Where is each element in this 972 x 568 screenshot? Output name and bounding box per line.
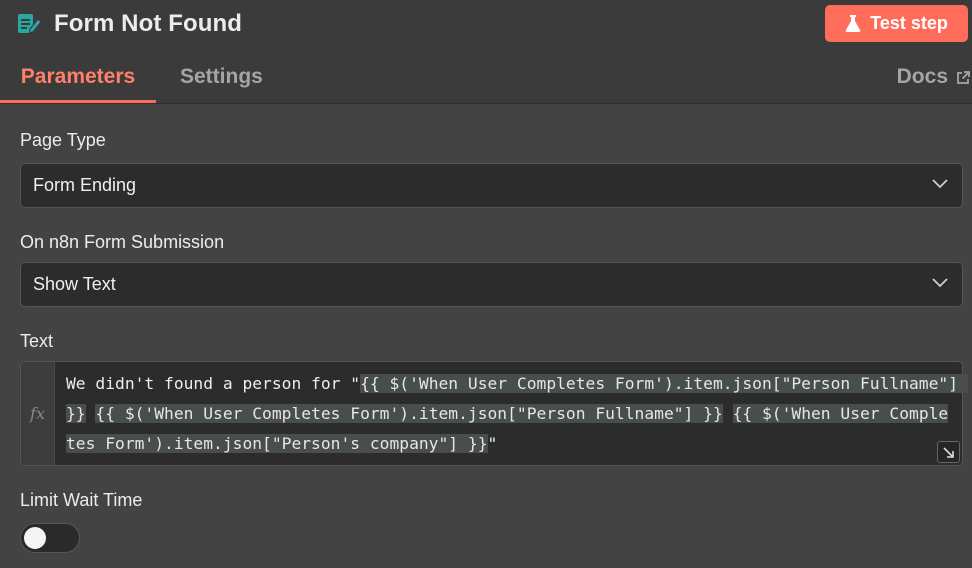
tab-bar: Parameters Settings Docs [0, 56, 972, 103]
text-expression-editor[interactable]: fx We didn't found a person for " {{ $('W… [20, 361, 968, 466]
limit-wait-time-label: Limit Wait Time [20, 490, 143, 510]
limit-wait-time-toggle[interactable] [20, 523, 80, 553]
expression-separator [723, 404, 733, 423]
tab-parameters-label: Parameters [20, 65, 136, 88]
tab-settings-label: Settings [180, 65, 263, 88]
external-link-icon [957, 71, 970, 84]
expression-resolvable: {{ $('When User Completes Form').item.js… [95, 404, 723, 423]
tab-settings[interactable]: Settings [180, 56, 263, 103]
chevron-down-icon [932, 278, 948, 288]
flask-icon [845, 15, 861, 32]
form-edit-icon [16, 11, 42, 37]
docs-link[interactable]: Docs [897, 56, 970, 103]
chevron-down-icon [932, 179, 948, 189]
page-type-value: Form Ending [33, 175, 137, 195]
test-step-button[interactable]: Test step [825, 5, 968, 42]
page-type-select[interactable]: Form Ending [20, 163, 963, 208]
tab-parameters[interactable]: Parameters [0, 56, 156, 103]
title-row: Form Not Found [16, 8, 242, 40]
node-header: Form Not Found Test step Parameters Sett… [0, 0, 972, 104]
node-title[interactable]: Form Not Found [54, 10, 242, 38]
expression-separator [86, 404, 96, 423]
docs-label: Docs [896, 65, 948, 88]
expression-prefix: We didn't found a person for " [66, 374, 361, 393]
page-type-label: Page Type [20, 130, 106, 150]
test-step-label: Test step [870, 13, 948, 33]
text-field-label: Text [20, 331, 54, 351]
fx-icon: fx [21, 362, 55, 465]
on-submission-value: Show Text [33, 274, 116, 294]
expand-editor-button[interactable] [937, 441, 960, 463]
expand-icon [943, 446, 954, 458]
expression-suffix: " [487, 434, 498, 453]
expression-content[interactable]: We didn't found a person for " {{ $('When… [66, 369, 968, 459]
on-submission-select[interactable]: Show Text [20, 262, 963, 307]
on-submission-label: On n8n Form Submission [20, 232, 225, 252]
toggle-knob [24, 527, 46, 549]
